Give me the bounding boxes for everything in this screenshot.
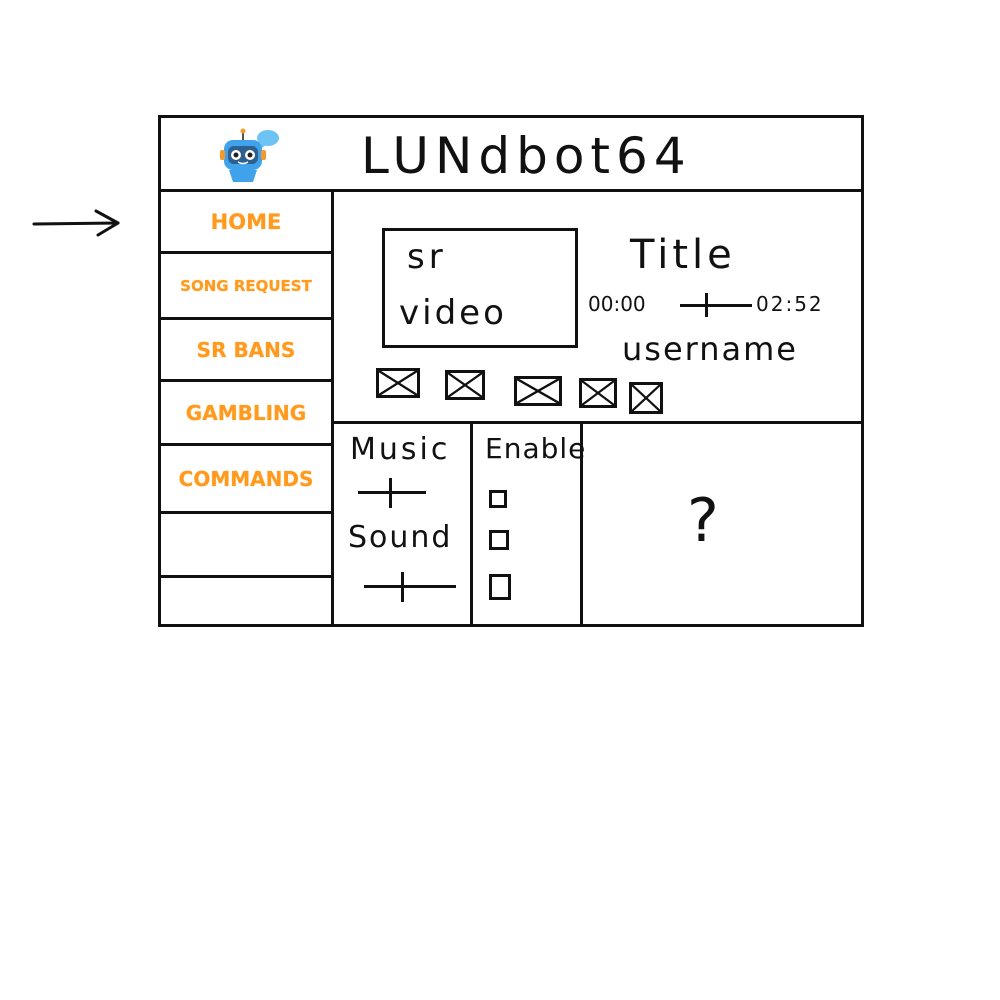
- player-control-button[interactable]: [629, 382, 663, 414]
- sidebar-item-empty[interactable]: [161, 514, 331, 578]
- header: LUNdbot64: [161, 118, 861, 192]
- song-player: sr video Title 00:00 02:52 username: [334, 192, 861, 424]
- sidebar-item-label: COMMANDS: [178, 466, 314, 491]
- sidebar-item-song-request[interactable]: SONG REQUEST: [161, 254, 331, 320]
- requester-username: username: [622, 330, 798, 368]
- playback-progress: 00:00 02:52: [588, 292, 858, 322]
- sidebar-item-label: GAMBLING: [185, 400, 307, 425]
- pointer-arrow-icon: [32, 209, 120, 237]
- total-time: 02:52: [756, 292, 824, 316]
- sidebar-item-label: SONG REQUEST: [180, 276, 312, 295]
- app-title: LUNdbot64: [361, 127, 692, 185]
- video-placeholder-text: sr: [407, 237, 447, 277]
- enable-panel: Enable: [473, 424, 587, 624]
- enable-checkbox[interactable]: [489, 490, 507, 508]
- player-control-button[interactable]: [579, 378, 617, 408]
- sidebar-item-empty[interactable]: [161, 578, 331, 624]
- robot-logo-icon: [220, 128, 279, 182]
- sidebar-item-label: HOME: [210, 209, 282, 234]
- enable-checkbox[interactable]: [489, 530, 509, 550]
- sidebar-item-label: SR BANS: [196, 337, 296, 362]
- placeholder-icon: [517, 379, 559, 403]
- placeholder-icon: [448, 373, 482, 397]
- current-time: 00:00: [588, 292, 646, 316]
- player-control-button[interactable]: [376, 368, 420, 398]
- sidebar-item-sr-bans[interactable]: SR BANS: [161, 320, 331, 382]
- enable-checkbox[interactable]: [489, 574, 511, 600]
- enable-label: Enable: [485, 432, 587, 465]
- video-placeholder-text: video: [399, 293, 507, 333]
- slider-handle[interactable]: [400, 572, 404, 602]
- undefined-panel: ?: [583, 424, 861, 624]
- music-label: Music: [350, 432, 451, 467]
- sidebar-item-home[interactable]: HOME: [161, 192, 331, 254]
- progress-track[interactable]: [680, 304, 752, 307]
- main-content: sr video Title 00:00 02:52 username Musi…: [334, 192, 861, 624]
- sound-volume-slider[interactable]: [364, 572, 456, 602]
- song-title: Title: [630, 232, 736, 278]
- placeholder-icon: [379, 371, 417, 395]
- progress-handle[interactable]: [705, 293, 709, 317]
- sound-label: Sound: [348, 520, 453, 555]
- sr-video-placeholder[interactable]: sr video: [382, 228, 578, 348]
- sidebar: HOME SONG REQUEST SR BANS GAMBLING COMMA…: [161, 192, 334, 624]
- slider-handle[interactable]: [388, 478, 392, 508]
- question-mark: ?: [687, 486, 719, 556]
- slider-track: [358, 491, 426, 494]
- placeholder-icon: [582, 381, 614, 405]
- app-window: LUNdbot64 HOME SONG REQUEST SR BANS GAMB…: [158, 115, 864, 627]
- player-control-button[interactable]: [514, 376, 562, 406]
- music-volume-slider[interactable]: [358, 478, 426, 508]
- placeholder-icon: [632, 385, 660, 411]
- volume-panel: Music Sound: [334, 424, 473, 624]
- sidebar-item-commands[interactable]: COMMANDS: [161, 446, 331, 514]
- player-control-button[interactable]: [445, 370, 485, 400]
- slider-track: [364, 585, 456, 588]
- sidebar-item-gambling[interactable]: GAMBLING: [161, 382, 331, 446]
